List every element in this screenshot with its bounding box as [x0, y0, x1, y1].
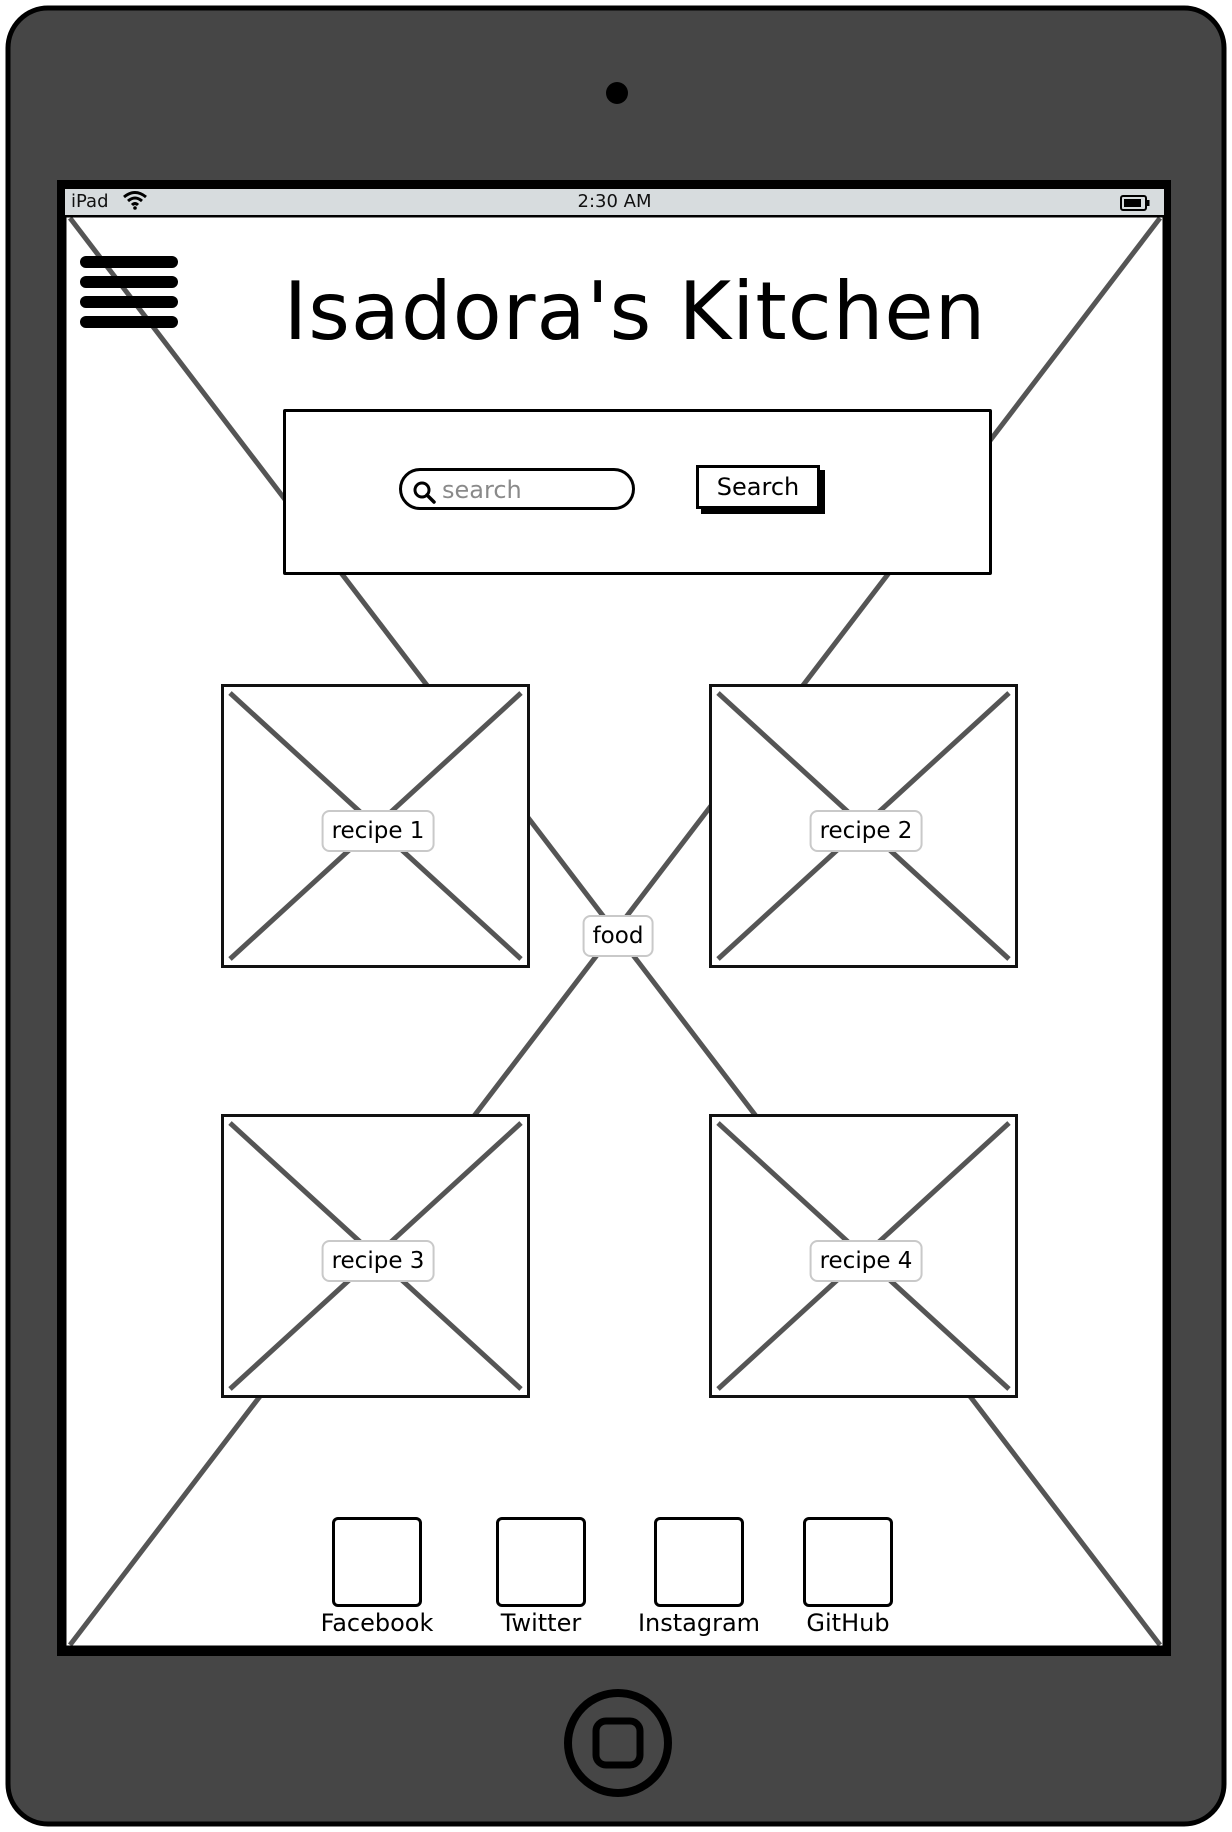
social-link-instagram[interactable]: Instagram: [638, 1517, 760, 1647]
social-label: Facebook: [320, 1609, 434, 1637]
menu-bar: [80, 276, 178, 288]
menu-bar: [80, 256, 178, 268]
social-link-twitter[interactable]: Twitter: [481, 1517, 601, 1647]
recipe-label: recipe 4: [809, 1240, 923, 1282]
social-link-github[interactable]: GitHub: [788, 1517, 908, 1647]
recipe-card-1[interactable]: recipe 1: [221, 684, 530, 968]
recipe-card-3[interactable]: recipe 3: [221, 1114, 530, 1398]
github-icon: [803, 1517, 893, 1607]
social-link-facebook[interactable]: Facebook: [317, 1517, 437, 1647]
recipe-label: recipe 2: [809, 810, 923, 852]
social-label: Twitter: [500, 1609, 582, 1637]
instagram-icon: [654, 1517, 744, 1607]
recipe-card-2[interactable]: recipe 2: [709, 684, 1018, 968]
social-label: Instagram: [637, 1609, 761, 1637]
search-button[interactable]: Search: [696, 465, 820, 509]
front-camera: [606, 82, 628, 104]
social-label: GitHub: [806, 1609, 890, 1637]
home-button[interactable]: [565, 1690, 671, 1796]
search-input[interactable]: [442, 475, 622, 505]
facebook-icon: [332, 1517, 422, 1607]
menu-bar: [80, 296, 178, 308]
menu-bar: [80, 316, 178, 328]
ipad-mockup: iPad 2:30 AM Isadora's Kitchen search Se…: [0, 0, 1232, 1832]
hamburger-menu-icon[interactable]: [80, 254, 180, 334]
status-bar: iPad 2:30 AM: [65, 189, 1164, 217]
search-field[interactable]: [399, 468, 635, 510]
twitter-icon: [496, 1517, 586, 1607]
battery-icon: [1120, 195, 1150, 211]
recipe-label: recipe 3: [321, 1240, 435, 1282]
search-icon: [413, 481, 436, 504]
search-panel: Search: [283, 409, 992, 575]
status-time: 2:30 AM: [577, 191, 652, 212]
page-title: Isadora's Kitchen: [283, 265, 987, 358]
recipe-card-4[interactable]: recipe 4: [709, 1114, 1018, 1398]
food-image-label: food: [582, 915, 654, 957]
recipe-label: recipe 1: [321, 810, 435, 852]
